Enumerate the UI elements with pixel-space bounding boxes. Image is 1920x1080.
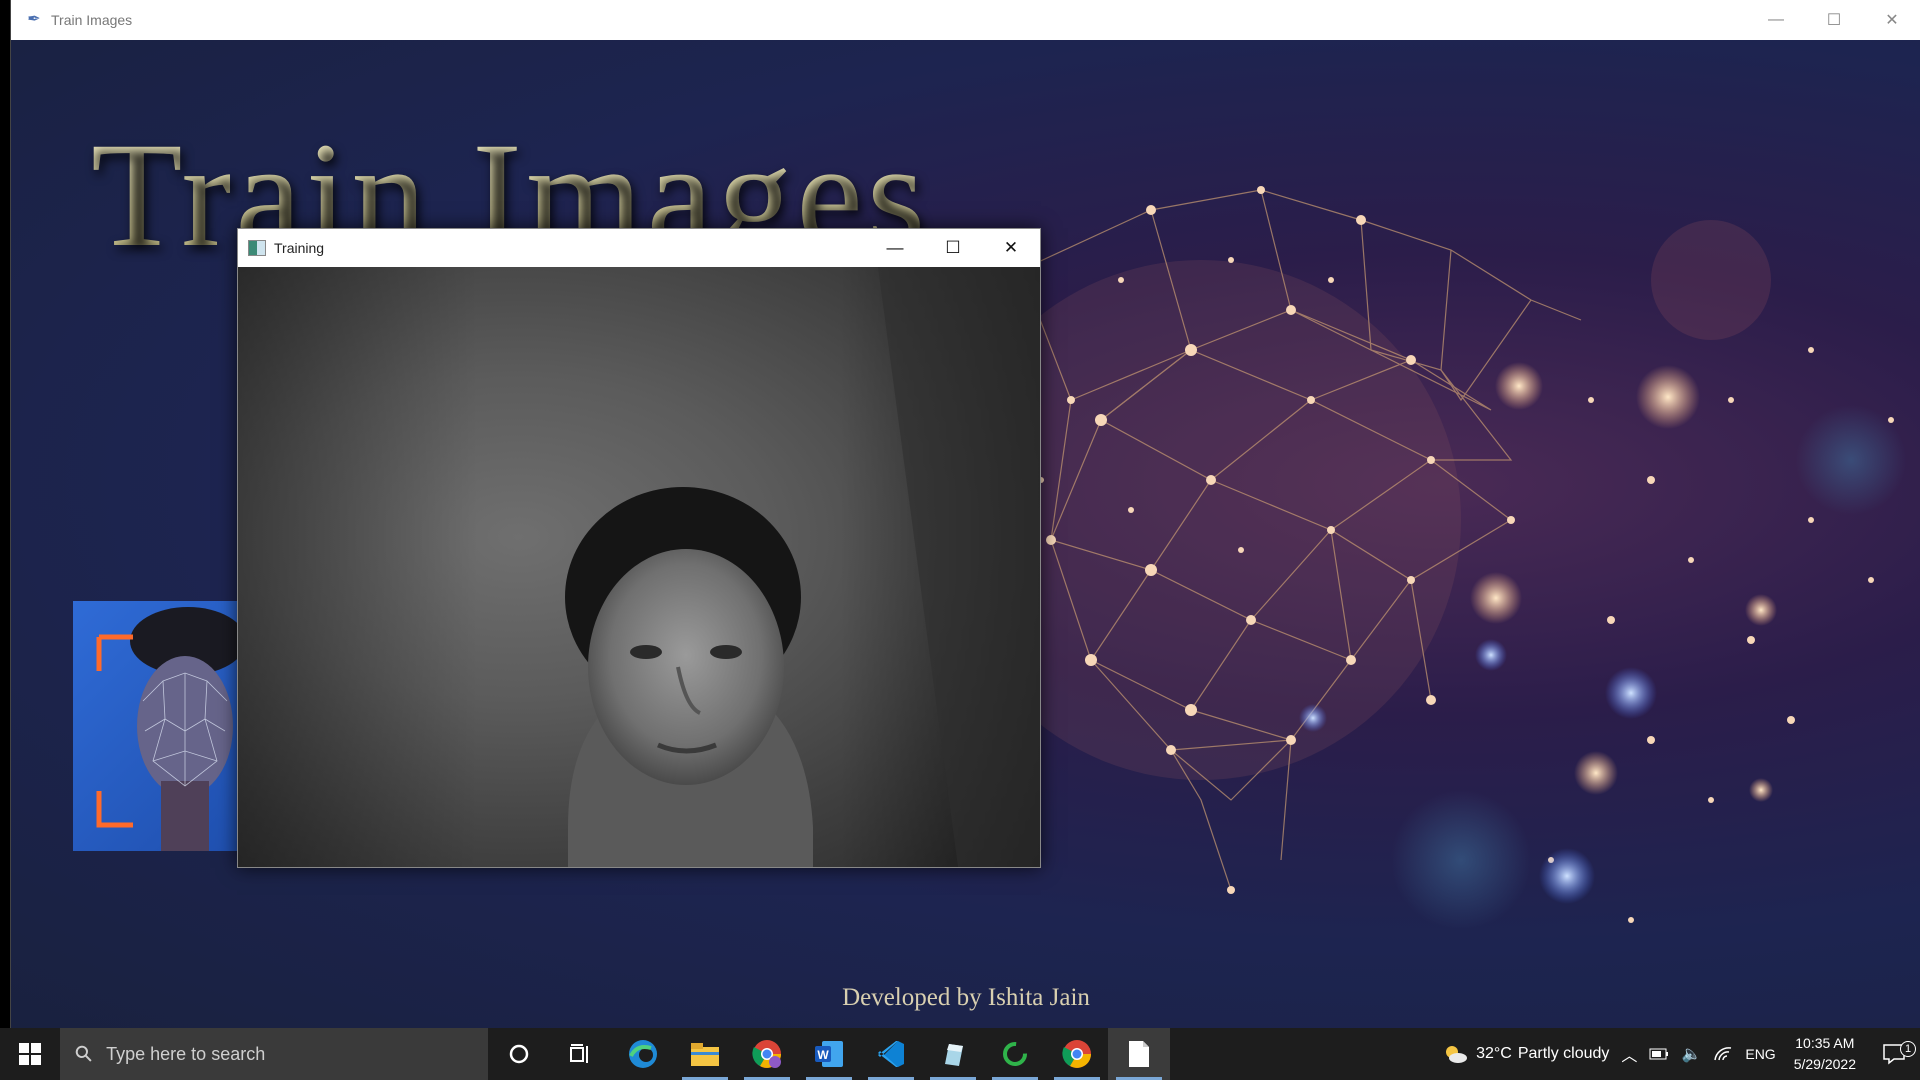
partly-cloudy-icon xyxy=(1446,1046,1468,1063)
vscode-icon xyxy=(878,1041,904,1067)
taskbar-python-window[interactable] xyxy=(1108,1028,1170,1080)
taskbar-word[interactable]: W xyxy=(798,1028,860,1080)
training-titlebar: Training — ☐ ✕ xyxy=(238,229,1040,267)
loading-app-icon xyxy=(1003,1042,1027,1066)
battery-button[interactable] xyxy=(1643,1048,1675,1060)
taskbar-loading-app[interactable] xyxy=(984,1028,1046,1080)
maximize-button[interactable]: ☐ xyxy=(1805,0,1863,40)
feather-icon: ✒ xyxy=(27,11,41,28)
opencv-window-icon xyxy=(248,240,266,256)
weather-widget[interactable]: 32°C Partly cloudy xyxy=(1436,1043,1615,1065)
app-window-controls: — ☐ ✕ xyxy=(1747,0,1920,40)
file-explorer-icon xyxy=(691,1043,719,1066)
chrome-icon xyxy=(752,1040,781,1068)
notification-count-badge: 1 xyxy=(1900,1041,1916,1057)
word-icon: W xyxy=(815,1041,843,1067)
developer-credit: Developed by Ishita Jain xyxy=(842,984,1090,1011)
face-mesh-illustration xyxy=(96,607,246,851)
training-close-button[interactable]: ✕ xyxy=(982,229,1040,267)
clock-time: 10:35 AM xyxy=(1795,1035,1855,1051)
training-maximize-button[interactable]: ☐ xyxy=(924,229,982,267)
weather-temperature: 32°C xyxy=(1476,1045,1512,1062)
volume-button[interactable]: 🔈 xyxy=(1675,1044,1707,1064)
search-icon: ⚲ xyxy=(69,1039,99,1069)
wifi-icon xyxy=(1714,1047,1732,1061)
taskbar-edge[interactable] xyxy=(612,1028,674,1080)
close-button[interactable]: ✕ xyxy=(1863,0,1920,40)
show-hidden-icons-button[interactable]: ︿ xyxy=(1615,1042,1643,1066)
chevron-up-icon: ︿ xyxy=(1621,1048,1638,1065)
pen-app-icon xyxy=(945,1044,963,1066)
edge-icon xyxy=(629,1040,657,1068)
camera-feed xyxy=(238,267,1040,867)
training-minimize-button[interactable]: — xyxy=(866,229,924,267)
taskbar: ⚲ Type here to search W 32°C Partly clou… xyxy=(0,1028,1920,1080)
training-window: Training — ☐ ✕ xyxy=(237,228,1041,868)
webcam-grayscale-frame xyxy=(238,267,1040,867)
language-indicator[interactable]: ENG xyxy=(1739,1046,1781,1062)
cortana-button[interactable] xyxy=(488,1028,550,1080)
cortana-icon xyxy=(509,1044,529,1064)
face-scan-image xyxy=(73,601,253,851)
clock[interactable]: 10:35 AM 5/29/2022 xyxy=(1782,1033,1868,1075)
battery-icon xyxy=(1649,1048,1669,1060)
weather-condition: Partly cloudy xyxy=(1517,1045,1610,1062)
start-button[interactable] xyxy=(0,1028,60,1080)
notification-center-button[interactable]: 1 xyxy=(1868,1041,1920,1065)
svg-text:W: W xyxy=(817,1048,829,1062)
network-button[interactable] xyxy=(1707,1046,1739,1062)
app-window-title: Train Images xyxy=(51,12,133,28)
chrome-icon xyxy=(1062,1040,1091,1068)
taskbar-chrome[interactable] xyxy=(1046,1028,1108,1080)
task-view-icon xyxy=(570,1044,588,1063)
taskbar-pen-app[interactable] xyxy=(922,1028,984,1080)
clock-date: 5/29/2022 xyxy=(1793,1056,1856,1072)
system-tray: 32°C Partly cloudy ︿ 🔈 ENG 10:35 AM 5/29… xyxy=(1436,1028,1920,1080)
task-view-button[interactable] xyxy=(550,1028,612,1080)
speaker-icon: 🔈 xyxy=(1681,1046,1702,1063)
network-head-illustration xyxy=(991,186,1906,930)
training-window-controls: — ☐ ✕ xyxy=(866,229,1040,267)
taskbar-search-box[interactable]: ⚲ Type here to search xyxy=(60,1028,488,1080)
taskbar-chrome-profile[interactable] xyxy=(736,1028,798,1080)
file-icon xyxy=(1129,1041,1149,1067)
minimize-button[interactable]: — xyxy=(1747,0,1805,40)
taskbar-file-explorer[interactable] xyxy=(674,1028,736,1080)
taskbar-vscode[interactable] xyxy=(860,1028,922,1080)
search-placeholder: Type here to search xyxy=(106,1043,266,1064)
training-window-title: Training xyxy=(274,240,325,256)
app-titlebar: ✒ Train Images — ☐ ✕ xyxy=(11,0,1920,40)
windows-logo-icon xyxy=(19,1043,41,1065)
